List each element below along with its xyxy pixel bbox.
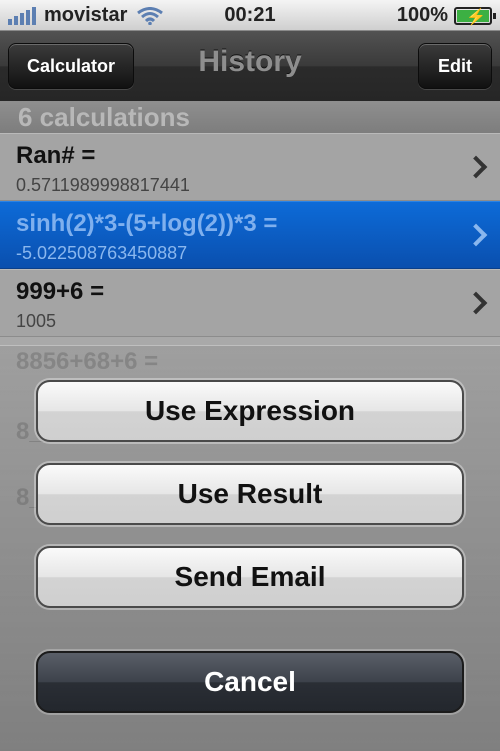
status-right: 100% ⚡ [396, 4, 496, 27]
use-result-button[interactable]: Use Result [36, 463, 464, 525]
history-row[interactable]: Ran# = 0.5711989998817441 [0, 133, 500, 201]
chevron-right-icon [464, 223, 488, 247]
history-expression: sinh(2)*3-(5+log(2))*3 = [16, 210, 278, 237]
history-row[interactable]: 999+6 = 1005 [0, 269, 500, 337]
battery-icon: ⚡ [454, 6, 496, 26]
history-expression: Ran# = [16, 142, 96, 169]
obscured-row-expression: 8856+68+6 = [16, 348, 159, 375]
history-result: 1005 [16, 311, 57, 331]
chevron-right-icon [464, 291, 488, 315]
action-sheet: 8856+68+6 = 8_5+3+6 = 8_5 = Use Expressi… [0, 345, 500, 751]
navigation-bar: Calculator History Edit [0, 31, 500, 101]
history-result: 0.5711989998817441 [16, 175, 190, 195]
send-email-button[interactable]: Send Email [36, 546, 464, 608]
section-header: 6 calculations [0, 101, 500, 133]
history-result: -5.022508763450887 [16, 243, 188, 263]
status-bar: movistar 00:21 100% ⚡ [0, 0, 500, 31]
cancel-button[interactable]: Cancel [36, 651, 464, 713]
history-list: Ran# = 0.5711989998817441 sinh(2)*3-(5+l… [0, 133, 500, 337]
battery-percent: 100% [396, 4, 448, 26]
edit-button[interactable]: Edit [418, 43, 492, 89]
history-row-selected[interactable]: sinh(2)*3-(5+log(2))*3 = -5.022508763450… [0, 201, 500, 269]
history-expression: 999+6 = [16, 278, 105, 305]
chevron-right-icon [464, 155, 488, 179]
use-expression-button[interactable]: Use Expression [36, 380, 464, 442]
